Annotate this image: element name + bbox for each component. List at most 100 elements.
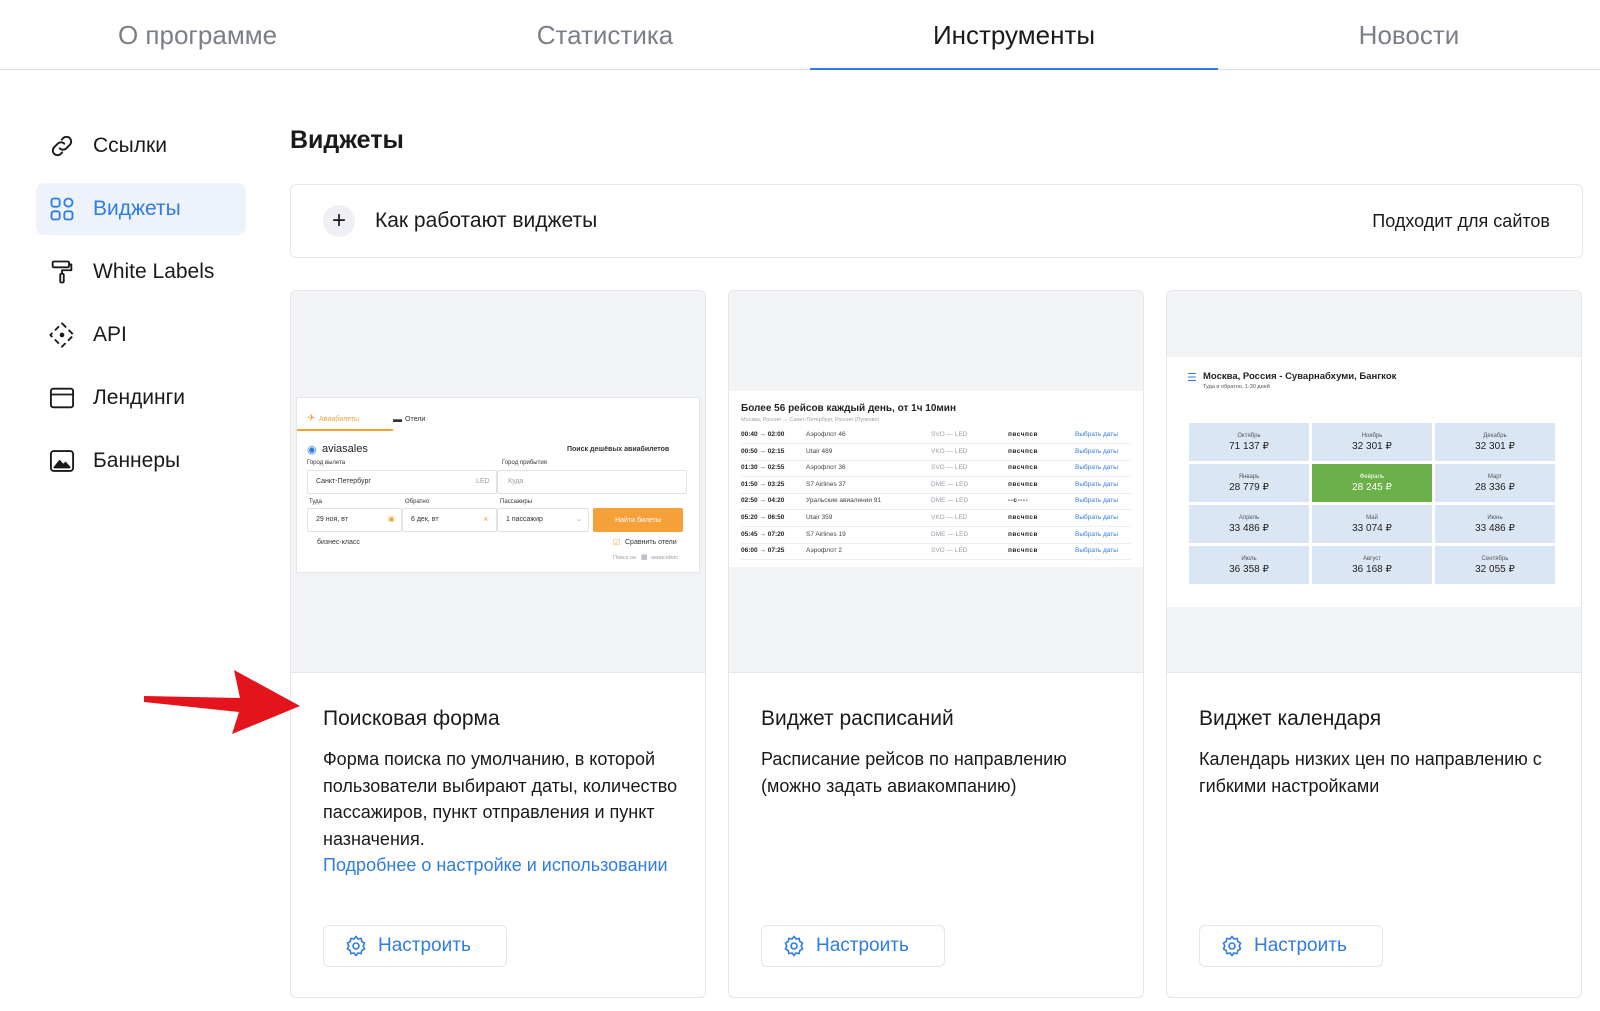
sidebar-item-widgets[interactable]: Виджеты <box>36 183 246 235</box>
widget-card-title: Поисковая форма <box>323 707 500 730</box>
calendar-cell[interactable]: Апрель 33 486 ₽ <box>1189 505 1309 543</box>
checkbox-icon[interactable]: ☑ <box>613 538 620 547</box>
return-label: Обратно <box>405 499 430 505</box>
menu-icon: ☰ <box>1187 372 1197 384</box>
calendar-cell[interactable]: Декабрь 32 301 ₽ <box>1435 423 1555 461</box>
chevron-down-icon: ⌄ <box>576 516 582 523</box>
how-widgets-work-label: Как работают виджеты <box>375 209 598 232</box>
link-icon <box>48 132 76 160</box>
sidebar-item-label: Ссылки <box>93 134 167 157</box>
how-widgets-work-panel[interactable]: + Как работают виджеты Подходит для сайт… <box>290 184 1583 258</box>
to-label: Город прибытия <box>502 460 547 466</box>
powered-by: Поиск на <box>613 555 636 561</box>
top-navigation: О программе Статистика Инструменты Новос… <box>0 0 1600 70</box>
from-field[interactable]: Санкт-Петербург LED <box>307 470 497 494</box>
schedule-heading: Более 56 рейсов каждый день, от 1ч 10мин <box>741 403 956 414</box>
calendar-price: 32 301 ₽ <box>1475 440 1515 452</box>
choose-dates-link[interactable]: Выбрать даты <box>1075 547 1118 554</box>
depart-field[interactable]: 29 ноя, вт ▣ <box>307 508 402 532</box>
search-heading: Поиск дешёвых авиабилетов <box>567 446 670 453</box>
choose-dates-link[interactable]: Выбрать даты <box>1075 514 1118 521</box>
widget-preview: Авиабилеты ✈ Отели ▬ ◉ aviasales Поиск д… <box>291 291 705 673</box>
configure-button[interactable]: Настроить <box>1199 925 1383 967</box>
clear-icon[interactable]: × <box>483 514 488 524</box>
business-class-option[interactable]: бизнес-класс <box>317 539 360 546</box>
schedule-route: SVO — LED <box>931 464 968 472</box>
paint-roller-icon <box>48 258 76 286</box>
schedule-route: VKO — LED <box>931 447 968 455</box>
schedule-airline: Utair 489 <box>806 447 833 455</box>
calendar-subheading: Туда и обратно, 1-30 дней <box>1203 384 1270 390</box>
schedule-airline: Аэрофлот 46 <box>806 431 846 438</box>
plus-icon[interactable]: + <box>323 205 355 237</box>
calendar-cell[interactable]: Март 28 336 ₽ <box>1435 464 1555 502</box>
calendar-cell[interactable]: Октябрь 71 137 ₽ <box>1189 423 1309 461</box>
sidebar-item-api[interactable]: API <box>36 309 246 361</box>
calendar-grid: Октябрь 71 137 ₽ Ноябрь 32 301 ₽ Декабрь 32 3… <box>1189 423 1555 584</box>
schedule-preview: Более 56 рейсов каждый день, от 1ч 10мин… <box>729 391 1143 567</box>
red-arrow-annotation <box>144 670 300 734</box>
calendar-price: 33 486 ₽ <box>1229 522 1269 534</box>
schedule-time: 05:45 → 07:20 <box>741 530 785 538</box>
calendar-cell[interactable]: Июнь 33 486 ₽ <box>1435 505 1555 543</box>
plane-icon: ✈ <box>307 413 316 424</box>
widget-card-schedule: Более 56 рейсов каждый день, от 1ч 10мин… <box>728 290 1144 998</box>
calendar-month: Ноябрь <box>1361 432 1383 439</box>
tab-statistics[interactable]: Статистика <box>405 0 805 70</box>
tab-tools[interactable]: Инструменты <box>810 0 1218 70</box>
tab-news[interactable]: Новости <box>1218 0 1600 70</box>
table-row: 05:45 → 07:20 S7 Airlines 19 DME — LED пвсч… <box>741 527 1131 544</box>
calendar-cell[interactable]: Сентябрь 32 055 ₽ <box>1435 546 1555 584</box>
choose-dates-link[interactable]: Выбрать даты <box>1075 481 1118 488</box>
widget-preview: ☰ Москва, Россия - Суварнабхуми, Бангкок… <box>1167 291 1581 673</box>
choose-dates-link[interactable]: Выбрать даты <box>1075 464 1118 471</box>
find-tickets-button[interactable]: Найти билеты <box>593 508 683 532</box>
sidebar-item-links[interactable]: Ссылки <box>36 120 246 172</box>
calendar-price: 32 301 ₽ <box>1352 440 1392 452</box>
more-about-setup-link[interactable]: Подробнее о настройке и использовании <box>323 852 683 879</box>
calendar-month: Май <box>1366 514 1378 521</box>
calendar-month: Октябрь <box>1237 432 1261 439</box>
schedule-time: 02:50 → 04:20 <box>741 497 785 505</box>
schedule-days: пвсчпсв <box>1008 431 1039 438</box>
schedule-airline: S7 Airlines 19 <box>806 530 846 538</box>
active-tab-indicator <box>297 429 393 431</box>
hotels-tab: Отели <box>405 416 426 423</box>
to-field[interactable]: Куда <box>497 470 687 494</box>
sidebar-item-label: Баннеры <box>93 449 181 472</box>
configure-button-label: Настроить <box>378 935 471 956</box>
configure-button[interactable]: Настроить <box>323 925 507 967</box>
sidebar-item-landings[interactable]: Лендинги <box>36 372 246 424</box>
choose-dates-link[interactable]: Выбрать даты <box>1075 531 1118 538</box>
passengers-field[interactable]: 1 пассажир ⌄ <box>497 508 589 532</box>
choose-dates-link[interactable]: Выбрать даты <box>1075 497 1118 504</box>
calendar-cell[interactable]: Январь 28 779 ₽ <box>1189 464 1309 502</box>
widget-preview: Более 56 рейсов каждый день, от 1ч 10мин… <box>729 291 1143 673</box>
widget-card-description: Форма поиска по умолчанию, в которой пол… <box>323 746 683 879</box>
tab-about[interactable]: О программе <box>0 0 395 70</box>
calendar-cell[interactable]: Август 36 168 ₽ <box>1312 546 1432 584</box>
calendar-cell[interactable]: Май 33 074 ₽ <box>1312 505 1432 543</box>
choose-dates-link[interactable]: Выбрать даты <box>1075 431 1118 438</box>
calendar-price: 71 137 ₽ <box>1229 440 1269 452</box>
calendar-cell[interactable]: Июль 36 358 ₽ <box>1189 546 1309 584</box>
from-code: LED <box>476 478 490 485</box>
search-form-preview: Авиабилеты ✈ Отели ▬ ◉ aviasales Поиск д… <box>296 397 700 573</box>
calendar-cell[interactable]: Ноябрь 32 301 ₽ <box>1312 423 1432 461</box>
calendar-price: 28 779 ₽ <box>1229 481 1269 493</box>
page-title: Виджеты <box>290 126 404 154</box>
return-field[interactable]: 6 дек, вт × <box>402 508 497 532</box>
depart-label: Туда <box>309 499 322 505</box>
table-row: 00:40 → 02:00 Аэрофлот 46 SVO — LED пвсчпсв… <box>741 427 1131 444</box>
sidebar-item-white-labels[interactable]: White Labels <box>36 246 246 298</box>
brand: aviasales <box>322 443 368 455</box>
schedule-time: 06:00 → 07:25 <box>741 547 785 555</box>
sidebar-item-banners[interactable]: Баннеры <box>36 435 246 487</box>
from-label: Город вылета <box>307 460 346 466</box>
powered-by-brand: авиасейлс <box>651 555 678 561</box>
calendar-price: 28 245 ₽ <box>1352 481 1392 493</box>
configure-button[interactable]: Настроить <box>761 925 945 967</box>
choose-dates-link[interactable]: Выбрать даты <box>1075 448 1118 455</box>
schedule-route: SVO — LED <box>931 431 968 438</box>
calendar-cell[interactable]: Февраль 28 245 ₽ <box>1312 464 1432 502</box>
